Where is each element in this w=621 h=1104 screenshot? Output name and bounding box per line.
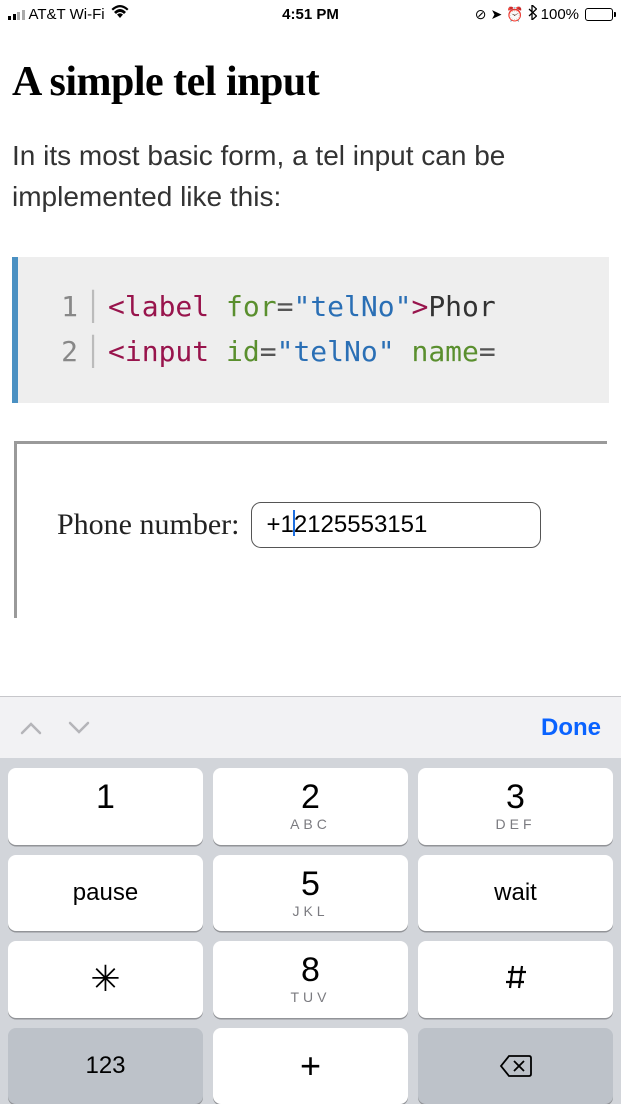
key-wait[interactable]: wait xyxy=(418,855,613,932)
key-3[interactable]: 3DEF xyxy=(418,768,613,845)
battery-percent: 100% xyxy=(541,6,579,23)
phone-input[interactable]: +12125553151 xyxy=(251,502,541,548)
key-plus[interactable]: + xyxy=(213,1028,408,1104)
status-time: 4:51 PM xyxy=(282,6,339,23)
code-line-2: 2 │ <input id="telNo" name= xyxy=(38,330,609,375)
battery-icon xyxy=(585,8,613,21)
status-bar: AT&T Wi-Fi 4:51 PM ⊘ ➤ ⏰ 100% xyxy=(0,0,621,28)
bluetooth-icon xyxy=(528,5,537,23)
body-text: In its most basic form, a tel input can … xyxy=(12,136,609,217)
key-2[interactable]: 2ABC xyxy=(213,768,408,845)
code-block: 1 │ <label for="telNo">Phor 2 │ <input i… xyxy=(12,257,609,403)
prev-field-icon[interactable] xyxy=(20,714,42,742)
rotation-lock-icon: ⊘ xyxy=(475,6,487,23)
phone-label: Phone number: xyxy=(57,508,239,542)
next-field-icon[interactable] xyxy=(68,714,90,742)
alarm-icon: ⏰ xyxy=(506,6,523,23)
key-pause[interactable]: pause xyxy=(8,855,203,932)
key-5[interactable]: 5JKL xyxy=(213,855,408,932)
carrier-label: AT&T Wi-Fi xyxy=(29,6,105,23)
keyboard-done-button[interactable]: Done xyxy=(541,714,601,742)
code-line-1: 1 │ <label for="telNo">Phor xyxy=(38,285,609,330)
page-title: A simple tel input xyxy=(12,58,609,106)
wifi-icon xyxy=(111,5,129,24)
cell-signal-icon xyxy=(8,8,25,20)
page-content: A simple tel input In its most basic for… xyxy=(0,28,621,618)
location-icon: ➤ xyxy=(490,6,502,23)
keyboard-accessory: Done xyxy=(0,696,621,758)
key-mode-123[interactable]: 123 xyxy=(8,1028,203,1104)
text-cursor xyxy=(293,510,295,536)
key-1[interactable]: 1 xyxy=(8,768,203,845)
key-8[interactable]: 8TUV xyxy=(213,941,408,1018)
keyboard: 1 2ABC 3DEF pause 5JKL wait ✳ 8TUV 123 + xyxy=(0,758,621,1104)
backspace-icon xyxy=(499,1054,533,1078)
key-hash[interactable] xyxy=(418,941,613,1018)
example-box: Phone number: +12125553151 xyxy=(14,441,607,618)
key-star[interactable]: ✳ xyxy=(8,941,203,1018)
key-backspace[interactable] xyxy=(418,1028,613,1104)
